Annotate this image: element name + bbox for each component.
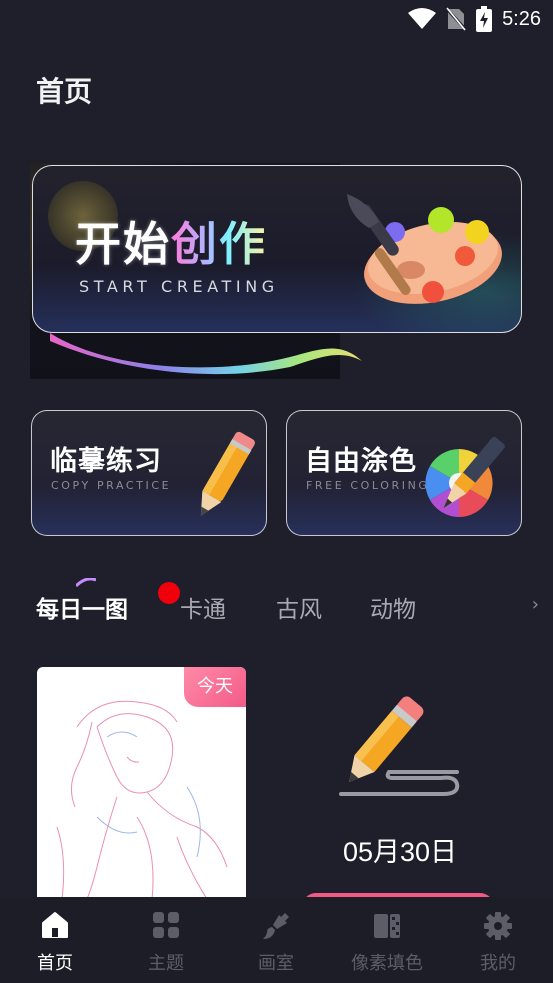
nav-themes[interactable]: 主题 <box>111 897 221 983</box>
start-creating-banner[interactable]: 开始创作 START CREATING <box>30 163 523 379</box>
rainbow-swoosh-decoration <box>50 333 362 375</box>
nav-pixel-coloring-label: 像素填色 <box>351 953 423 974</box>
nav-home-label: 首页 <box>37 953 73 974</box>
status-icons: 5:26 <box>408 6 541 32</box>
copy-practice-subtitle: COPY PRACTICE <box>51 479 172 492</box>
wifi-icon <box>408 8 437 29</box>
battery-charging-icon <box>476 6 493 32</box>
no-sim-icon <box>446 7 467 31</box>
category-tabs: 每日一图 卡通 古风 动物 <box>36 578 536 630</box>
free-coloring-subtitle: FREE COLORING <box>306 479 430 492</box>
grid-icon <box>153 912 179 938</box>
bottom-nav: 首页 主题 画室 像素填色 我的 <box>0 897 553 983</box>
nav-studio[interactable]: 画室 <box>221 897 331 983</box>
copy-practice-card[interactable]: 临摹练习 COPY PRACTICE <box>31 410 267 536</box>
chevron-right-icon[interactable]: › <box>532 594 539 615</box>
pencil-signature-icon <box>339 696 460 796</box>
nav-themes-label: 主题 <box>148 953 184 974</box>
status-time: 5:26 <box>502 7 541 30</box>
notification-dot <box>158 582 180 604</box>
nav-mine-label: 我的 <box>480 953 516 974</box>
nav-home[interactable]: 首页 <box>0 897 110 983</box>
hero-subtitle: START CREATING <box>79 277 279 296</box>
page-title: 首页 <box>36 75 93 108</box>
brush-icon <box>263 913 289 939</box>
status-bar: 5:26 <box>0 0 553 38</box>
nav-pixel-coloring[interactable]: 像素填色 <box>332 897 442 983</box>
tab-daily-picture[interactable]: 每日一图 <box>36 590 128 624</box>
pencil-icon <box>200 431 255 516</box>
tab-sparkle-decoration <box>76 578 96 588</box>
hero-title: 开始创作 <box>75 208 267 274</box>
pixel-book-icon <box>374 914 400 938</box>
paint-palette-icon <box>347 194 502 304</box>
today-badge: 今天 <box>184 667 246 707</box>
free-coloring-card[interactable]: 自由涂色 FREE COLORING <box>286 410 522 536</box>
tab-cartoon[interactable]: 卡通 <box>180 590 226 624</box>
tab-animals[interactable]: 动物 <box>370 590 416 624</box>
tab-ancient-style[interactable]: 古风 <box>276 590 322 624</box>
hero-title-white: 开始 <box>75 217 171 271</box>
free-coloring-title: 自由涂色 <box>305 446 417 477</box>
hero-card: 开始创作 START CREATING <box>32 165 522 333</box>
home-icon <box>42 912 68 938</box>
daily-date: 05月30日 <box>342 837 458 867</box>
color-wheel-pen-icon <box>425 436 505 517</box>
gear-icon <box>484 912 512 940</box>
nav-mine[interactable]: 我的 <box>443 897 553 983</box>
daily-picture-card[interactable]: 今天 <box>37 667 246 899</box>
hero-title-color: 创作 <box>171 217 267 271</box>
nav-studio-label: 画室 <box>258 953 294 974</box>
copy-practice-title: 临摹练习 <box>50 446 162 477</box>
